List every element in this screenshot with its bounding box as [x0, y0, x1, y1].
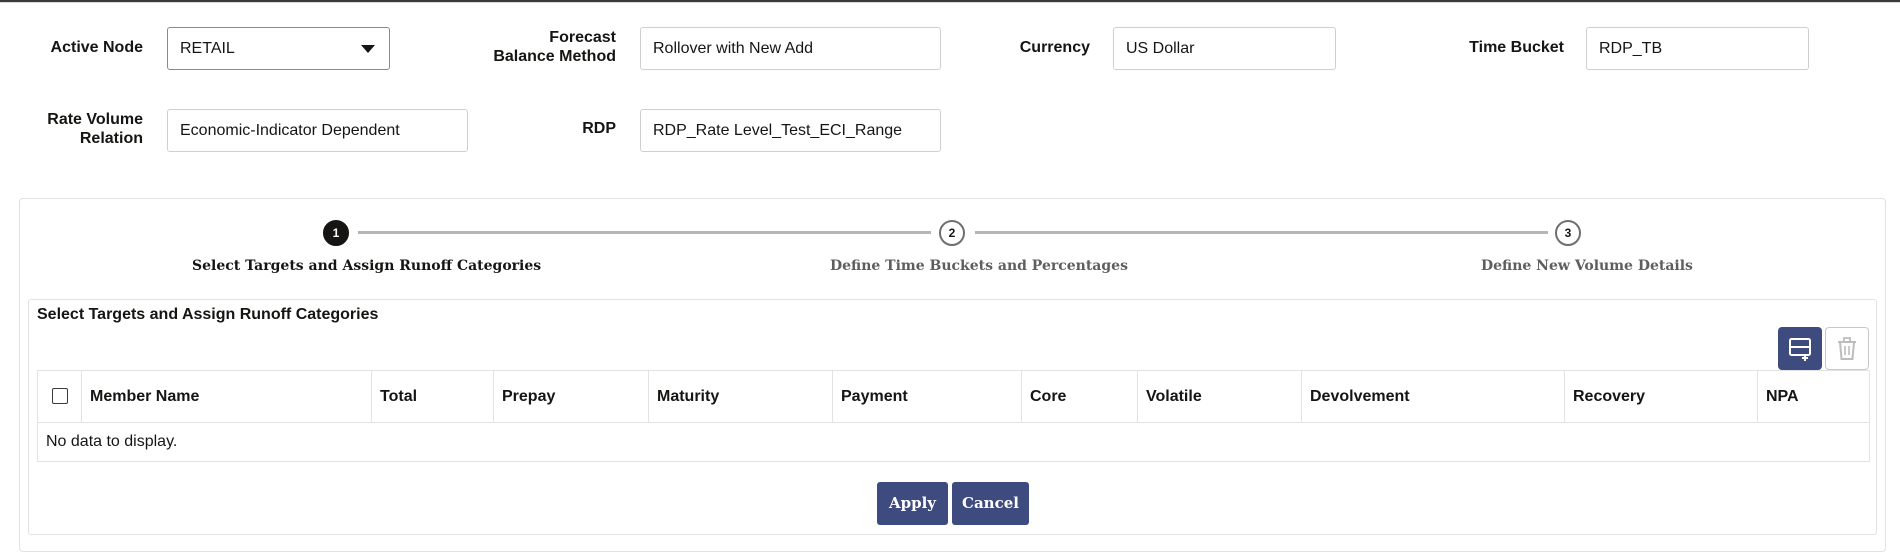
currency-label: Currency [1019, 39, 1090, 56]
table-row: No data to display. [37, 422, 1870, 462]
train-step-2[interactable]: 2 [939, 220, 965, 246]
column-header-payment[interactable]: Payment [832, 370, 1022, 423]
forecast-balance-method-label-line1: Forecast [549, 29, 616, 46]
forecast-balance-method-label: Forecast Balance Method [455, 28, 616, 66]
train-connector-2 [975, 231, 1548, 234]
runoff-table: Member Name Total Prepay Maturity Paymen… [37, 370, 1870, 462]
time-bucket-value: RDP_TB [1599, 40, 1663, 57]
rate-volume-relation-field[interactable]: Economic-Indicator Dependent [167, 109, 468, 152]
currency-field[interactable]: US Dollar [1113, 27, 1336, 70]
chevron-down-icon[interactable] [361, 45, 375, 53]
column-header-devolvement[interactable]: Devolvement [1301, 370, 1565, 423]
column-header-total[interactable]: Total [371, 370, 494, 423]
top-divider [0, 2, 1900, 3]
time-bucket-label: Time Bucket [1469, 39, 1564, 56]
time-bucket-field[interactable]: RDP_TB [1586, 27, 1809, 70]
empty-message: No data to display. [37, 422, 1870, 462]
forecast-balance-method-field[interactable]: Rollover with New Add [640, 27, 941, 70]
train-step-1[interactable]: 1 [323, 220, 349, 246]
column-header-prepay[interactable]: Prepay [493, 370, 649, 423]
column-header-volatile[interactable]: Volatile [1137, 370, 1302, 423]
rdp-value: RDP_Rate Level_Test_ECI_Range [653, 122, 903, 139]
add-row-icon [1789, 338, 1811, 361]
currency-value: US Dollar [1126, 40, 1195, 57]
delete-row-button[interactable] [1825, 327, 1869, 370]
train-step-1-label[interactable]: Select Targets and Assign Runoff Categor… [192, 258, 541, 274]
trash-icon [1838, 337, 1856, 360]
train-connector-1 [358, 231, 931, 234]
column-header-recovery[interactable]: Recovery [1564, 370, 1758, 423]
rate-volume-relation-value: Economic-Indicator Dependent [180, 122, 400, 139]
rate-volume-relation-label-line2: Relation [79, 130, 143, 147]
active-node-select[interactable]: RETAIL [167, 27, 390, 70]
rdp-field[interactable]: RDP_Rate Level_Test_ECI_Range [640, 109, 941, 152]
rate-volume-relation-label-line1: Rate Volume [47, 111, 143, 128]
forecast-balance-method-label-line2: Balance Method [493, 48, 616, 65]
active-node-value: RETAIL [180, 40, 235, 57]
active-node-label: Active Node [50, 39, 143, 56]
column-header-member-name[interactable]: Member Name [81, 370, 372, 423]
select-all-header[interactable] [37, 370, 82, 423]
section-title: Select Targets and Assign Runoff Categor… [37, 306, 379, 323]
train-step-3[interactable]: 3 [1555, 220, 1581, 246]
train-step-3-label[interactable]: Define New Volume Details [1481, 258, 1693, 274]
column-header-maturity[interactable]: Maturity [648, 370, 833, 423]
column-header-npa[interactable]: NPA [1757, 370, 1870, 423]
rdp-label: RDP [582, 120, 616, 137]
column-header-core[interactable]: Core [1021, 370, 1138, 423]
rate-volume-relation-label: Rate Volume Relation [20, 110, 143, 148]
table-header-row: Member Name Total Prepay Maturity Paymen… [37, 370, 1870, 423]
forecast-balance-method-value: Rollover with New Add [653, 40, 814, 57]
train-step-2-label[interactable]: Define Time Buckets and Percentages [830, 258, 1128, 274]
add-row-button[interactable] [1778, 327, 1822, 370]
select-all-checkbox[interactable] [52, 388, 68, 405]
cancel-button[interactable]: Cancel [952, 482, 1029, 525]
apply-button[interactable]: Apply [877, 482, 948, 525]
